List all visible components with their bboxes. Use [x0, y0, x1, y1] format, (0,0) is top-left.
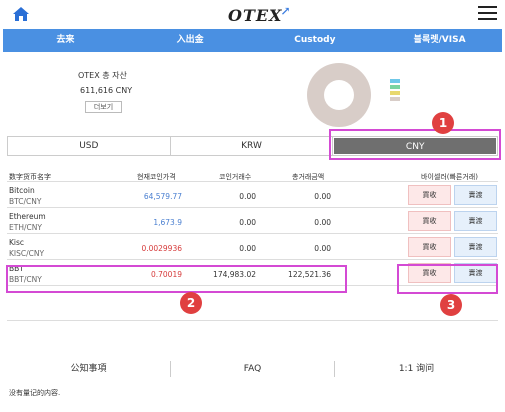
total-assets-label: OTEX 총 자산	[78, 71, 127, 80]
sell-button[interactable]: 賣渡	[454, 211, 497, 231]
highlight-bbt-row	[6, 265, 347, 293]
col-price: 현재코인가격	[137, 173, 176, 181]
tab-krw[interactable]: KRW	[170, 137, 334, 155]
logo[interactable]: OTEX↗	[228, 4, 294, 25]
main-nav: 去来 入出金 Custody 블록렛/VISA	[3, 29, 502, 52]
donut-legend	[390, 79, 400, 103]
buy-button[interactable]: 買收	[408, 237, 451, 257]
footer-faq-link[interactable]: FAQ	[171, 361, 335, 377]
coin-pair: KISC/CNY	[9, 249, 45, 258]
notice-text: 没有量记的内容.	[9, 389, 61, 397]
nav-item-visa[interactable]: 블록렛/VISA	[377, 29, 502, 52]
total-assets-value: 611,616 CNY	[80, 86, 133, 95]
table-row: Ethereum ETH/CNY 1,673.9 0.00 0.00 買收 賣渡	[7, 208, 498, 234]
coin-name: Bitcoin	[9, 186, 35, 195]
nav-item-trade[interactable]: 去来	[3, 29, 128, 52]
table-row: Kisc KISC/CNY 0.0029936 0.00 0.00 買收 賣渡	[7, 234, 498, 260]
table-header: 数字货币名字 현재코인가격 코인거래수 총거래금액 바이셀러(빠른거래)	[7, 170, 498, 182]
home-icon[interactable]	[12, 6, 30, 22]
asset-donut-chart	[307, 63, 371, 127]
coin-amount: 0.00	[314, 244, 331, 253]
legend-swatch	[390, 97, 400, 101]
legend-swatch	[390, 91, 400, 95]
annotation-badge-2: 2	[180, 292, 202, 314]
nav-item-deposit[interactable]: 入出金	[128, 29, 253, 52]
coin-pair: BTC/CNY	[9, 197, 42, 206]
col-amount: 총거래금액	[292, 173, 325, 181]
coin-amount: 0.00	[314, 192, 331, 201]
annotation-badge-3: 3	[440, 294, 462, 316]
highlight-cny-tab	[329, 129, 501, 160]
logo-arrow-icon: ↗	[280, 4, 292, 18]
coin-name: Ethereum	[9, 212, 46, 221]
buy-button[interactable]: 買收	[408, 185, 451, 205]
coin-price: 1,673.9	[153, 218, 182, 227]
coin-name: Kisc	[9, 238, 25, 247]
coin-volume: 0.00	[239, 192, 256, 201]
annotation-badge-1: 1	[432, 112, 454, 134]
sell-button[interactable]: 賣渡	[454, 185, 497, 205]
highlight-trade-buttons	[397, 264, 498, 294]
tab-usd[interactable]: USD	[8, 137, 171, 155]
table-row: Bitcoin BTC/CNY 64,579.77 0.00 0.00 買收 賣…	[7, 182, 498, 208]
footer-inquiry-link[interactable]: 1:1 询问	[335, 361, 498, 377]
col-coin-name: 数字货币名字	[9, 173, 51, 181]
footer-links: 公知事項 FAQ 1:1 询问	[7, 361, 498, 377]
hamburger-menu-icon[interactable]	[478, 6, 497, 21]
coin-price: 0.0029936	[141, 244, 182, 253]
nav-item-custody[interactable]: Custody	[253, 29, 378, 52]
coin-volume: 0.00	[239, 244, 256, 253]
coin-volume: 0.00	[239, 218, 256, 227]
coin-pair: ETH/CNY	[9, 223, 42, 232]
coin-amount: 0.00	[314, 218, 331, 227]
legend-swatch	[390, 85, 400, 89]
divider	[7, 320, 498, 321]
footer-notice-link[interactable]: 公知事項	[7, 361, 171, 377]
col-quick-trade: 바이셀러(빠른거래)	[421, 173, 478, 181]
legend-swatch	[390, 79, 400, 83]
buy-button[interactable]: 買收	[408, 211, 451, 231]
logo-text: OTEX	[228, 6, 283, 25]
more-button[interactable]: 더보기	[85, 101, 122, 113]
header: OTEX↗	[0, 0, 505, 29]
col-volume: 코인거래수	[219, 173, 252, 181]
coin-price: 64,579.77	[143, 192, 182, 201]
sell-button[interactable]: 賣渡	[454, 237, 497, 257]
